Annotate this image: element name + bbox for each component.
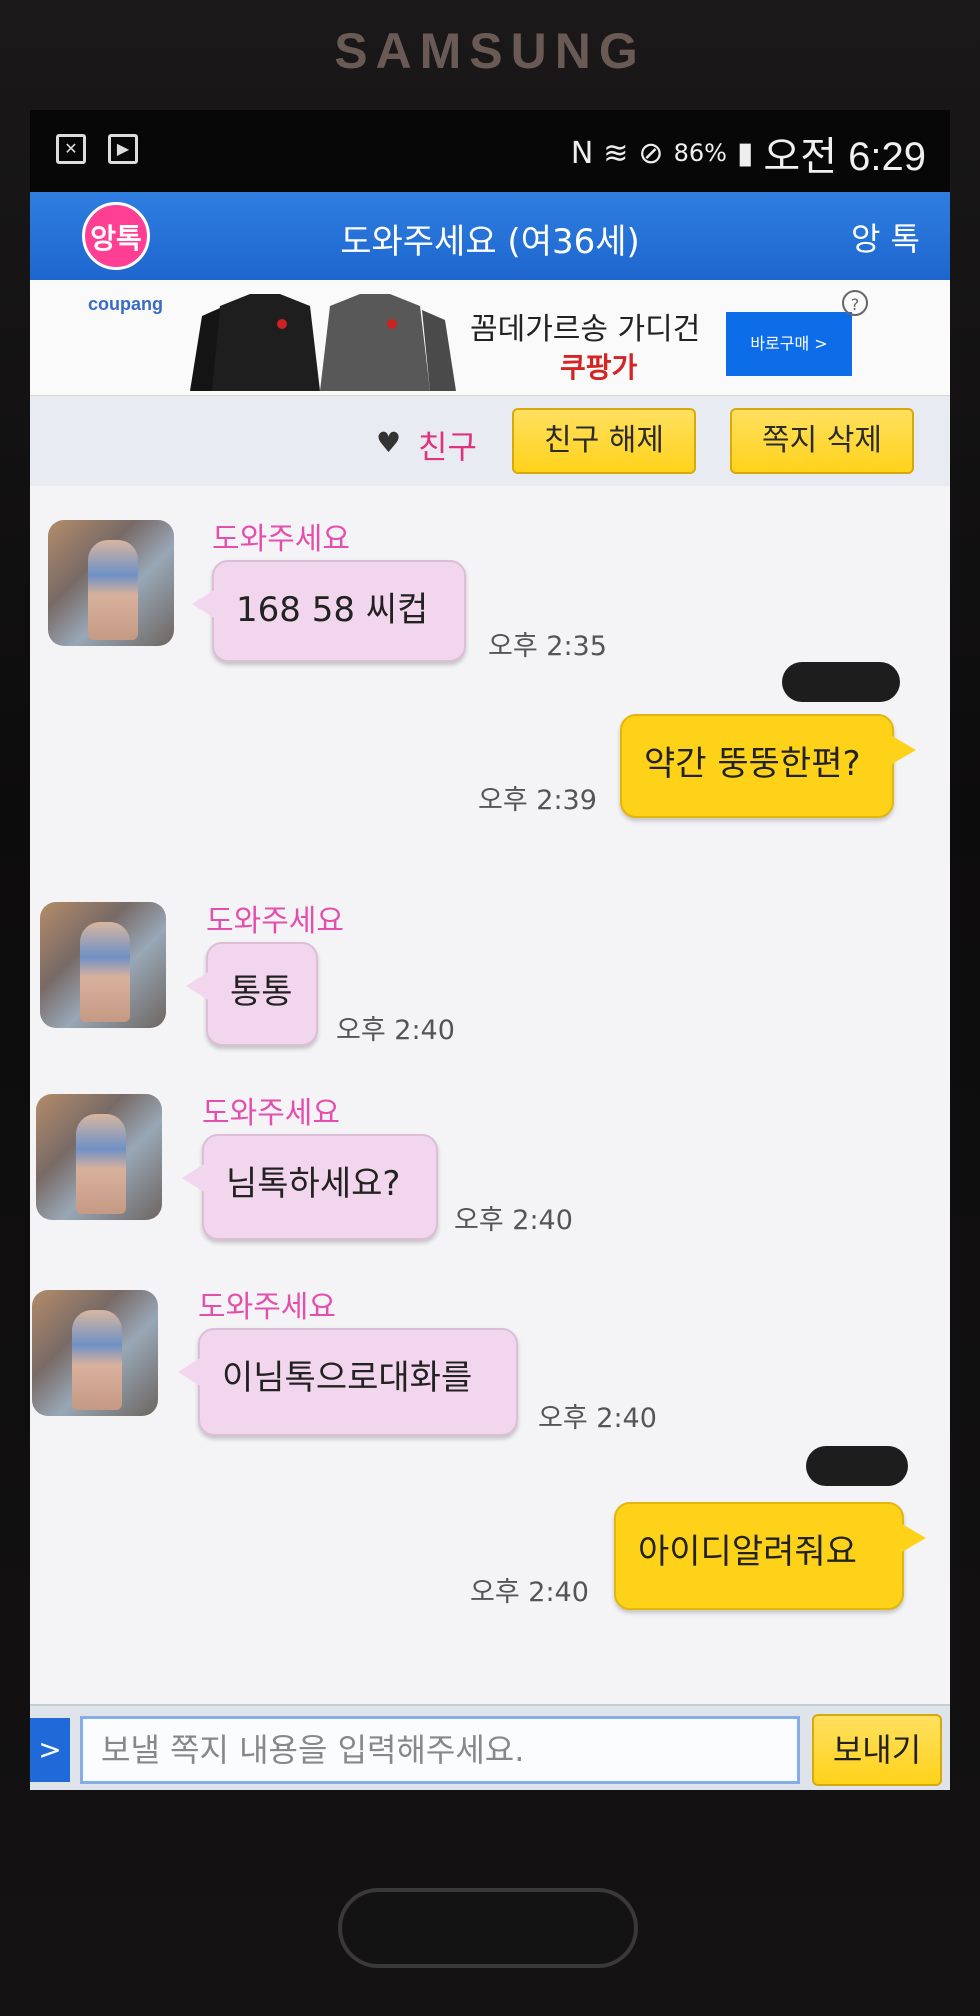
status-bar: ✕ ▶ N ≋ ⊘ 86% ▮ 오전 6:29 — [30, 110, 950, 192]
sender-name: 도와주세요 — [212, 522, 350, 557]
message-time: 오후 2:39 — [478, 785, 597, 816]
unfriend-button[interactable]: 친구 해제 — [512, 408, 696, 474]
app-logo[interactable]: 앙톡 — [82, 202, 150, 270]
sender-name: 도와주세요 — [206, 904, 344, 939]
message-bubble[interactable]: 아이디알려줘요 — [614, 1502, 926, 1610]
message-time: 오후 2:40 — [454, 1205, 573, 1236]
message-bubble[interactable]: 통통 — [186, 942, 318, 1046]
battery-level: 86% — [673, 139, 727, 167]
message-bubble[interactable]: 168 58 씨컵 — [192, 560, 466, 662]
redacted-name — [806, 1446, 908, 1486]
message-bubble[interactable]: 이님톡으로대화를 — [178, 1328, 518, 1436]
app-brand-text[interactable]: 앙 톡 — [851, 214, 920, 260]
ad-price-label: 쿠팡가 — [560, 351, 638, 384]
nfc-icon: N — [570, 135, 594, 171]
chat-list[interactable]: 도와주세요 168 58 씨컵 오후 2:35 약간 뚱뚱한편? 오후 2:39… — [30, 486, 950, 1704]
avatar[interactable] — [48, 520, 174, 646]
wifi-icon: ≋ — [603, 135, 629, 171]
notification-icon: ✕ — [56, 134, 86, 164]
composer-bar: > 보낼 쪽지 내용을 입력해주세요. 보내기 — [30, 1704, 950, 1790]
message-time: 오후 2:40 — [538, 1403, 657, 1434]
friend-label: 친구 — [418, 428, 477, 466]
ad-headline: 꼼데가르송 가디건 — [470, 312, 701, 347]
play-store-icon: ▶ — [108, 134, 138, 164]
message-bubble[interactable]: 약간 뚱뚱한편? — [620, 714, 916, 818]
message-bubble[interactable]: 님톡하세요? — [182, 1134, 438, 1240]
ad-banner[interactable]: coupang 꼼데가르송 가디건 쿠팡가 바로구매 > ? — [30, 280, 950, 396]
avatar[interactable] — [40, 902, 166, 1028]
avatar[interactable] — [36, 1094, 162, 1220]
chat-title: 도와주세요 (여36세) — [340, 222, 640, 262]
ad-product-image — [190, 294, 456, 391]
ad-buy-button[interactable]: 바로구매 > — [726, 312, 852, 376]
message-time: 오후 2:40 — [470, 1577, 589, 1608]
send-button[interactable]: 보내기 — [812, 1714, 942, 1786]
clock: 오전 6:29 — [763, 135, 926, 179]
do-not-disturb-icon: ⊘ — [638, 135, 664, 171]
sender-name: 도와주세요 — [198, 1290, 336, 1325]
app-header: 앙톡 도와주세요 (여36세) 앙 톡 — [30, 192, 950, 280]
avatar[interactable] — [32, 1290, 158, 1416]
screen: ✕ ▶ N ≋ ⊘ 86% ▮ 오전 6:29 앙톡 도와주세요 (여36세) … — [30, 110, 950, 1790]
heart-icon: ♥ — [376, 426, 402, 459]
message-time: 오후 2:40 — [336, 1015, 455, 1046]
delete-message-button[interactable]: 쪽지 삭제 — [730, 408, 914, 474]
battery-icon: ▮ — [736, 135, 754, 171]
action-bar: ♥ 친구 친구 해제 쪽지 삭제 — [30, 396, 950, 488]
ad-brand: coupang — [88, 294, 163, 314]
device-brand: SAMSUNG — [334, 23, 646, 79]
sender-name: 도와주세요 — [202, 1096, 340, 1131]
expand-toggle-button[interactable]: > — [30, 1718, 70, 1782]
ad-info-icon[interactable]: ? — [842, 290, 868, 316]
message-time: 오후 2:35 — [488, 631, 607, 662]
home-button[interactable] — [338, 1888, 638, 1968]
message-input[interactable]: 보낼 쪽지 내용을 입력해주세요. — [80, 1716, 800, 1784]
redacted-name — [782, 662, 900, 702]
